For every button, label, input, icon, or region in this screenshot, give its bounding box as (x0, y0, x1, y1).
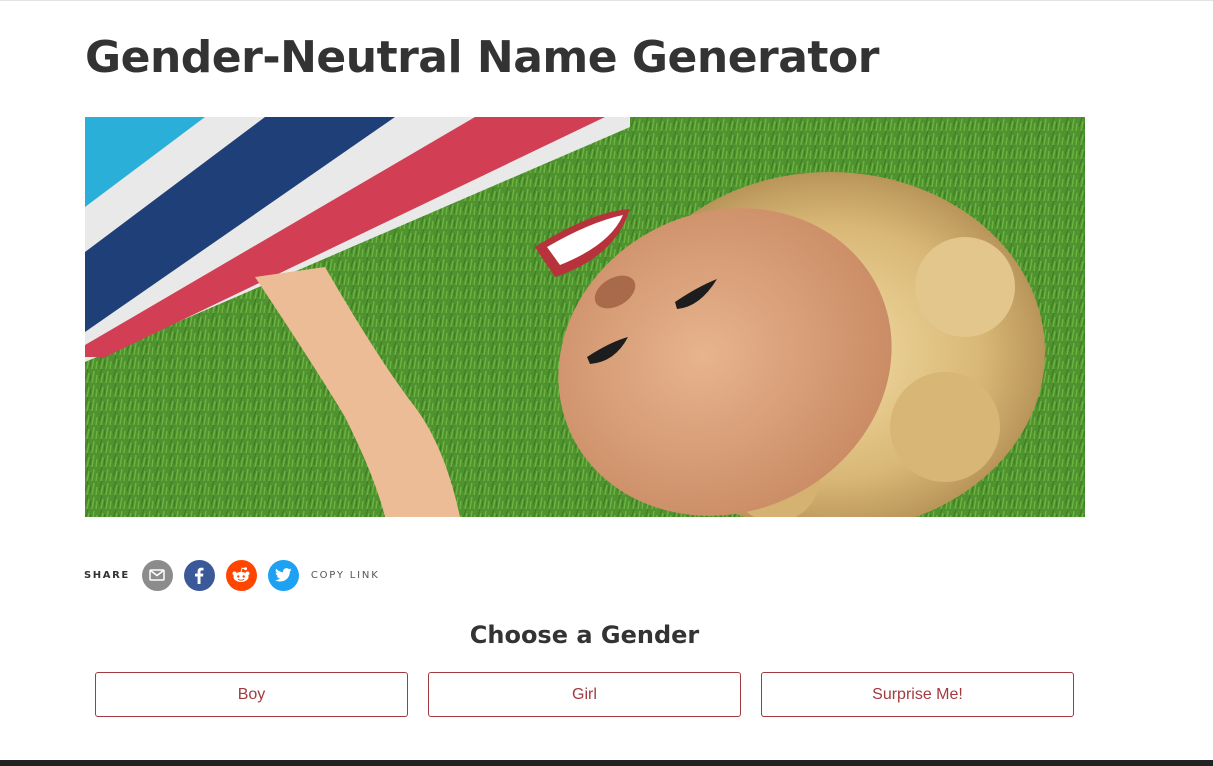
photo-of-smiling-child-icon (85, 117, 1085, 517)
hero-image (85, 117, 1085, 517)
share-bar: SHARE COPY LINK (84, 559, 380, 591)
boy-button[interactable]: Boy (95, 672, 408, 717)
share-facebook-button[interactable] (183, 559, 215, 591)
twitter-icon (274, 568, 292, 582)
share-twitter-button[interactable] (267, 559, 299, 591)
girl-button[interactable]: Girl (428, 672, 741, 717)
reddit-icon (232, 567, 250, 582)
top-divider (0, 0, 1213, 1)
page-title: Gender-Neutral Name Generator (85, 32, 879, 83)
share-label: SHARE (84, 569, 130, 581)
copy-link-button[interactable]: COPY LINK (311, 570, 380, 581)
facebook-icon (195, 567, 204, 584)
choose-gender-heading: Choose a Gender (469, 621, 700, 649)
share-reddit-button[interactable] (225, 559, 257, 591)
share-email-button[interactable] (141, 559, 173, 591)
surprise-me-button[interactable]: Surprise Me! (761, 672, 1074, 717)
footer-bar (0, 760, 1213, 766)
email-icon (149, 569, 166, 581)
